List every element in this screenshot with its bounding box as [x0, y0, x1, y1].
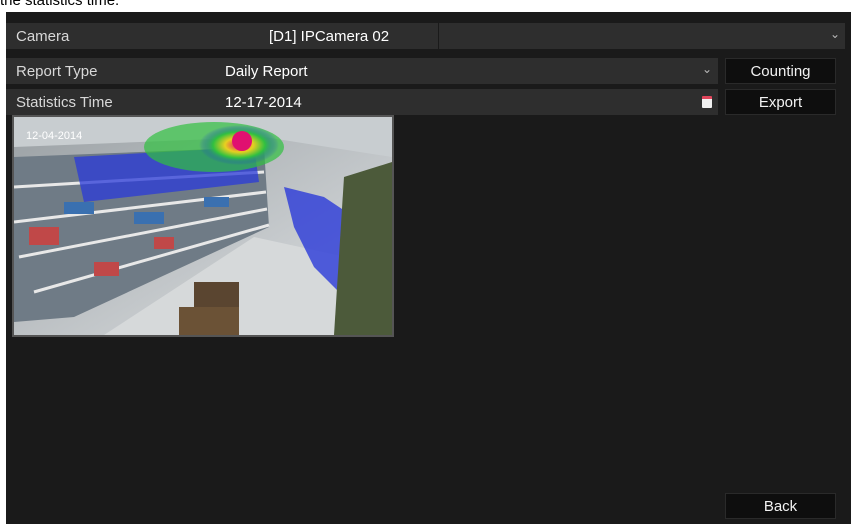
report-type-label: Report Type	[16, 63, 98, 80]
camera-select[interactable]: [D1] IPCamera 02 ⌄	[254, 23, 845, 49]
heatmap-image: 12-04-2014	[14, 117, 392, 335]
calendar-icon[interactable]	[702, 96, 712, 108]
chevron-down-icon: ⌄	[830, 27, 841, 41]
statistics-time-field[interactable]: 12-17-2014	[215, 89, 718, 115]
export-button[interactable]: Export	[725, 89, 836, 115]
statistics-time-label: Statistics Time	[16, 94, 113, 111]
camera-label: Camera	[16, 28, 70, 45]
heatmap-thumbnail[interactable]: 12-04-2014	[12, 115, 394, 337]
statistics-time-row: Statistics Time 12-17-2014	[6, 89, 718, 115]
caption-text: the statistics time.	[0, 0, 120, 9]
thumbnail-timestamp: 12-04-2014	[26, 130, 82, 142]
report-type-value: Daily Report	[225, 63, 308, 80]
camera-row: Camera [D1] IPCamera 02 ⌄	[6, 23, 845, 49]
counting-button[interactable]: Counting	[725, 58, 836, 84]
statistics-time-value: 12-17-2014	[225, 94, 302, 111]
divider	[438, 23, 439, 49]
camera-value: [D1] IPCamera 02	[269, 28, 390, 45]
chevron-down-icon: ⌄	[702, 62, 713, 76]
report-type-row: Report Type Daily Report ⌄	[6, 58, 718, 84]
report-type-select[interactable]: Daily Report ⌄	[215, 58, 718, 84]
back-button[interactable]: Back	[725, 493, 836, 519]
